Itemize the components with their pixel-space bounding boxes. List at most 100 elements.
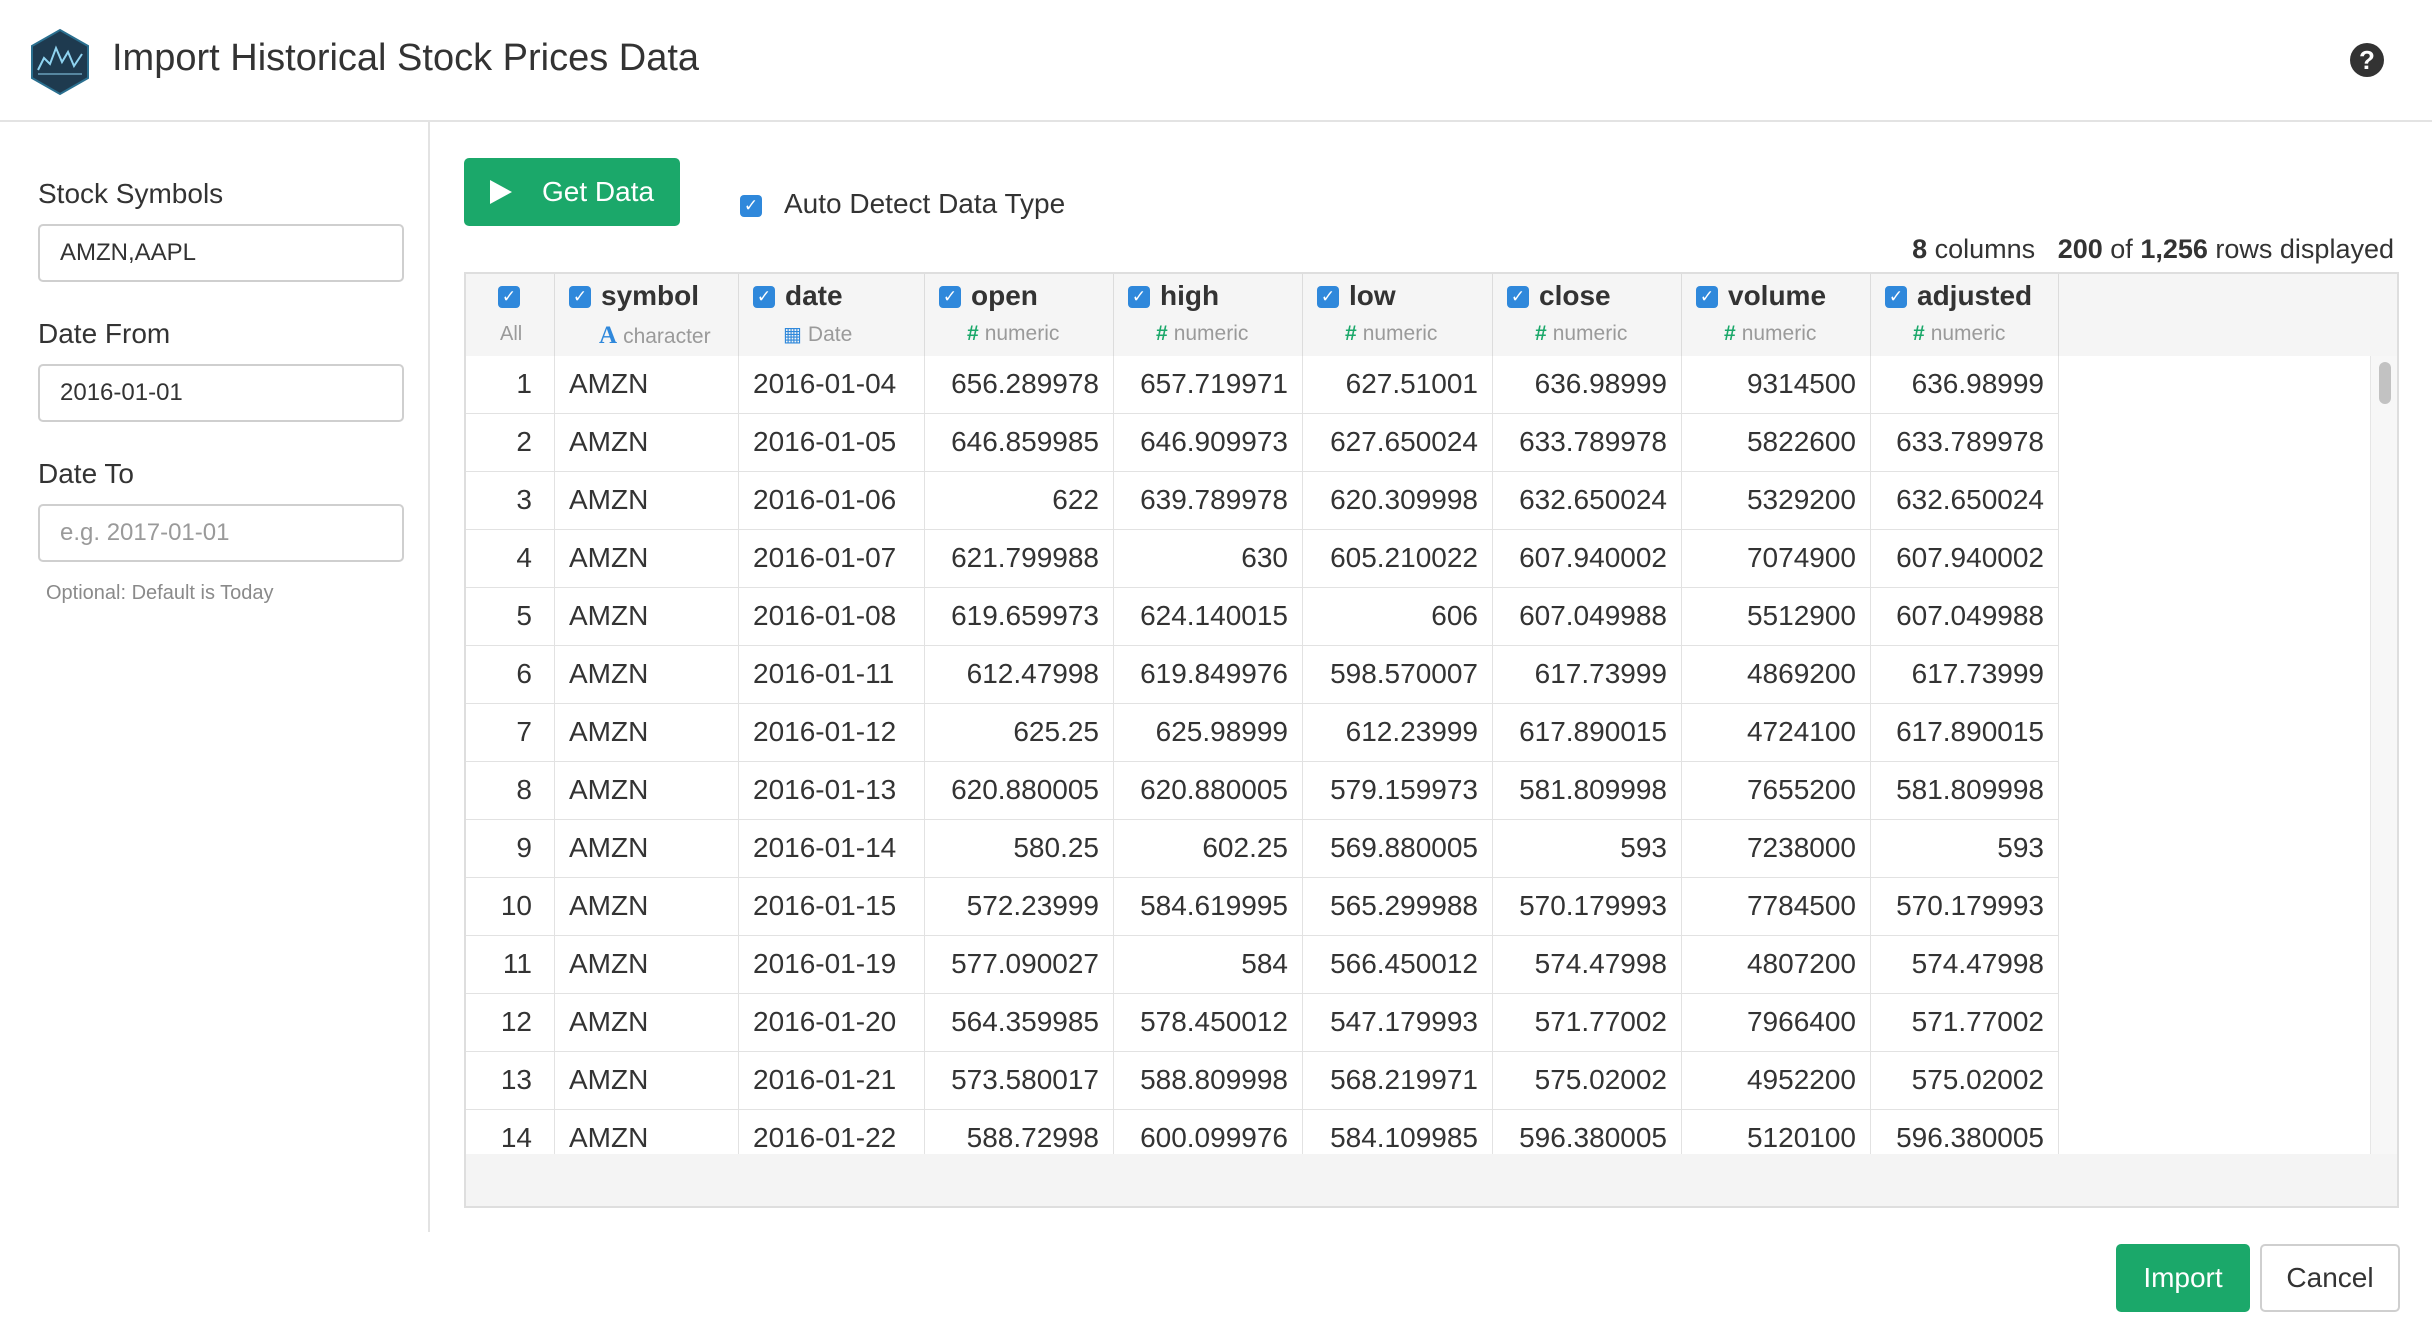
cell-date[interactable]: 2016-01-14 bbox=[739, 820, 925, 878]
column-checkbox-high[interactable]: ✓ bbox=[1128, 286, 1150, 308]
cell-open[interactable]: 622 bbox=[925, 472, 1114, 530]
cell-adjusted[interactable]: 574.47998 bbox=[1871, 936, 2059, 994]
row-number[interactable]: 4 bbox=[466, 530, 555, 588]
column-header-volume[interactable]: ✓ volume # numeric bbox=[1682, 274, 1871, 356]
cell-adjusted[interactable]: 617.890015 bbox=[1871, 704, 2059, 762]
cell-adjusted[interactable]: 617.73999 bbox=[1871, 646, 2059, 704]
table-row[interactable]: 13 AMZN 2016-01-21 573.580017 588.809998 568.… bbox=[466, 1052, 2059, 1110]
cell-open[interactable]: 577.090027 bbox=[925, 936, 1114, 994]
cell-close[interactable]: 581.809998 bbox=[1493, 762, 1682, 820]
cell-symbol[interactable]: AMZN bbox=[555, 588, 739, 646]
cell-symbol[interactable]: AMZN bbox=[555, 1110, 739, 1154]
cell-high[interactable]: 639.789978 bbox=[1114, 472, 1303, 530]
cell-volume[interactable]: 7238000 bbox=[1682, 820, 1871, 878]
table-row[interactable]: 10 AMZN 2016-01-15 572.23999 584.619995 565.2… bbox=[466, 878, 2059, 936]
cell-open[interactable]: 646.859985 bbox=[925, 414, 1114, 472]
cell-high[interactable]: 619.849976 bbox=[1114, 646, 1303, 704]
column-checkbox-symbol[interactable]: ✓ bbox=[569, 286, 591, 308]
cell-low[interactable]: 598.570007 bbox=[1303, 646, 1493, 704]
cell-adjusted[interactable]: 633.789978 bbox=[1871, 414, 2059, 472]
cell-close[interactable]: 633.789978 bbox=[1493, 414, 1682, 472]
cell-close[interactable]: 617.73999 bbox=[1493, 646, 1682, 704]
cell-low[interactable]: 566.450012 bbox=[1303, 936, 1493, 994]
cell-high[interactable]: 600.099976 bbox=[1114, 1110, 1303, 1154]
column-header-close[interactable]: ✓ close # numeric bbox=[1493, 274, 1682, 356]
cell-open[interactable]: 564.359985 bbox=[925, 994, 1114, 1052]
cell-low[interactable]: 569.880005 bbox=[1303, 820, 1493, 878]
cell-date[interactable]: 2016-01-05 bbox=[739, 414, 925, 472]
cell-volume[interactable]: 4869200 bbox=[1682, 646, 1871, 704]
cell-close[interactable]: 574.47998 bbox=[1493, 936, 1682, 994]
table-row[interactable]: 14 AMZN 2016-01-22 588.72998 600.099976 584.1… bbox=[466, 1110, 2059, 1154]
column-checkbox-adjusted[interactable]: ✓ bbox=[1885, 286, 1907, 308]
import-button[interactable]: Import bbox=[2116, 1244, 2250, 1312]
help-icon[interactable]: ? bbox=[2350, 43, 2384, 77]
select-all-checkbox[interactable]: ✓ bbox=[498, 286, 520, 308]
row-number[interactable]: 3 bbox=[466, 472, 555, 530]
cell-adjusted[interactable]: 593 bbox=[1871, 820, 2059, 878]
cell-volume[interactable]: 4807200 bbox=[1682, 936, 1871, 994]
cell-symbol[interactable]: AMZN bbox=[555, 530, 739, 588]
cell-close[interactable]: 571.77002 bbox=[1493, 994, 1682, 1052]
table-row[interactable]: 6 AMZN 2016-01-11 612.47998 619.849976 598.57… bbox=[466, 646, 2059, 704]
column-header-adjusted[interactable]: ✓ adjusted # numeric bbox=[1871, 274, 2059, 356]
cell-date[interactable]: 2016-01-04 bbox=[739, 356, 925, 414]
cell-volume[interactable]: 5512900 bbox=[1682, 588, 1871, 646]
cell-volume[interactable]: 4724100 bbox=[1682, 704, 1871, 762]
cancel-button[interactable]: Cancel bbox=[2260, 1244, 2400, 1312]
cell-close[interactable]: 632.650024 bbox=[1493, 472, 1682, 530]
cell-open[interactable]: 620.880005 bbox=[925, 762, 1114, 820]
cell-low[interactable]: 565.299988 bbox=[1303, 878, 1493, 936]
cell-volume[interactable]: 5822600 bbox=[1682, 414, 1871, 472]
table-row[interactable]: 3 AMZN 2016-01-06 622 639.789978 620.309998 63… bbox=[466, 472, 2059, 530]
table-row[interactable]: 5 AMZN 2016-01-08 619.659973 624.140015 606 60… bbox=[466, 588, 2059, 646]
cell-high[interactable]: 584 bbox=[1114, 936, 1303, 994]
cell-low[interactable]: 568.219971 bbox=[1303, 1052, 1493, 1110]
cell-close[interactable]: 607.940002 bbox=[1493, 530, 1682, 588]
cell-date[interactable]: 2016-01-11 bbox=[739, 646, 925, 704]
cell-volume[interactable]: 7784500 bbox=[1682, 878, 1871, 936]
cell-symbol[interactable]: AMZN bbox=[555, 878, 739, 936]
cell-symbol[interactable]: AMZN bbox=[555, 704, 739, 762]
row-number[interactable]: 9 bbox=[466, 820, 555, 878]
cell-adjusted[interactable]: 575.02002 bbox=[1871, 1052, 2059, 1110]
table-row[interactable]: 1 AMZN 2016-01-04 656.289978 657.719971 627.5… bbox=[466, 356, 2059, 414]
row-number[interactable]: 11 bbox=[466, 936, 555, 994]
cell-high[interactable]: 584.619995 bbox=[1114, 878, 1303, 936]
row-number[interactable]: 5 bbox=[466, 588, 555, 646]
cell-date[interactable]: 2016-01-22 bbox=[739, 1110, 925, 1154]
cell-high[interactable]: 578.450012 bbox=[1114, 994, 1303, 1052]
table-row[interactable]: 11 AMZN 2016-01-19 577.090027 584 566.450012 5… bbox=[466, 936, 2059, 994]
cell-volume[interactable]: 7074900 bbox=[1682, 530, 1871, 588]
cell-open[interactable]: 619.659973 bbox=[925, 588, 1114, 646]
cell-symbol[interactable]: AMZN bbox=[555, 994, 739, 1052]
cell-adjusted[interactable]: 607.049988 bbox=[1871, 588, 2059, 646]
cell-close[interactable]: 617.890015 bbox=[1493, 704, 1682, 762]
cell-close[interactable]: 570.179993 bbox=[1493, 878, 1682, 936]
cell-symbol[interactable]: AMZN bbox=[555, 820, 739, 878]
date-to-input[interactable] bbox=[38, 504, 404, 562]
cell-close[interactable]: 636.98999 bbox=[1493, 356, 1682, 414]
cell-date[interactable]: 2016-01-13 bbox=[739, 762, 925, 820]
column-header-date[interactable]: ✓ date ▦ Date bbox=[739, 274, 925, 356]
row-number[interactable]: 10 bbox=[466, 878, 555, 936]
row-number[interactable]: 1 bbox=[466, 356, 555, 414]
cell-adjusted[interactable]: 607.940002 bbox=[1871, 530, 2059, 588]
column-checkbox-open[interactable]: ✓ bbox=[939, 286, 961, 308]
cell-open[interactable]: 625.25 bbox=[925, 704, 1114, 762]
cell-volume[interactable]: 9314500 bbox=[1682, 356, 1871, 414]
cell-symbol[interactable]: AMZN bbox=[555, 646, 739, 704]
cell-adjusted[interactable]: 596.380005 bbox=[1871, 1110, 2059, 1154]
cell-low[interactable]: 627.51001 bbox=[1303, 356, 1493, 414]
column-checkbox-close[interactable]: ✓ bbox=[1507, 286, 1529, 308]
cell-low[interactable]: 605.210022 bbox=[1303, 530, 1493, 588]
cell-date[interactable]: 2016-01-15 bbox=[739, 878, 925, 936]
column-checkbox-low[interactable]: ✓ bbox=[1317, 286, 1339, 308]
cell-low[interactable]: 627.650024 bbox=[1303, 414, 1493, 472]
cell-low[interactable]: 620.309998 bbox=[1303, 472, 1493, 530]
row-number[interactable]: 2 bbox=[466, 414, 555, 472]
cell-close[interactable]: 593 bbox=[1493, 820, 1682, 878]
cell-high[interactable]: 630 bbox=[1114, 530, 1303, 588]
table-row[interactable]: 12 AMZN 2016-01-20 564.359985 578.450012 547.… bbox=[466, 994, 2059, 1052]
cell-symbol[interactable]: AMZN bbox=[555, 762, 739, 820]
